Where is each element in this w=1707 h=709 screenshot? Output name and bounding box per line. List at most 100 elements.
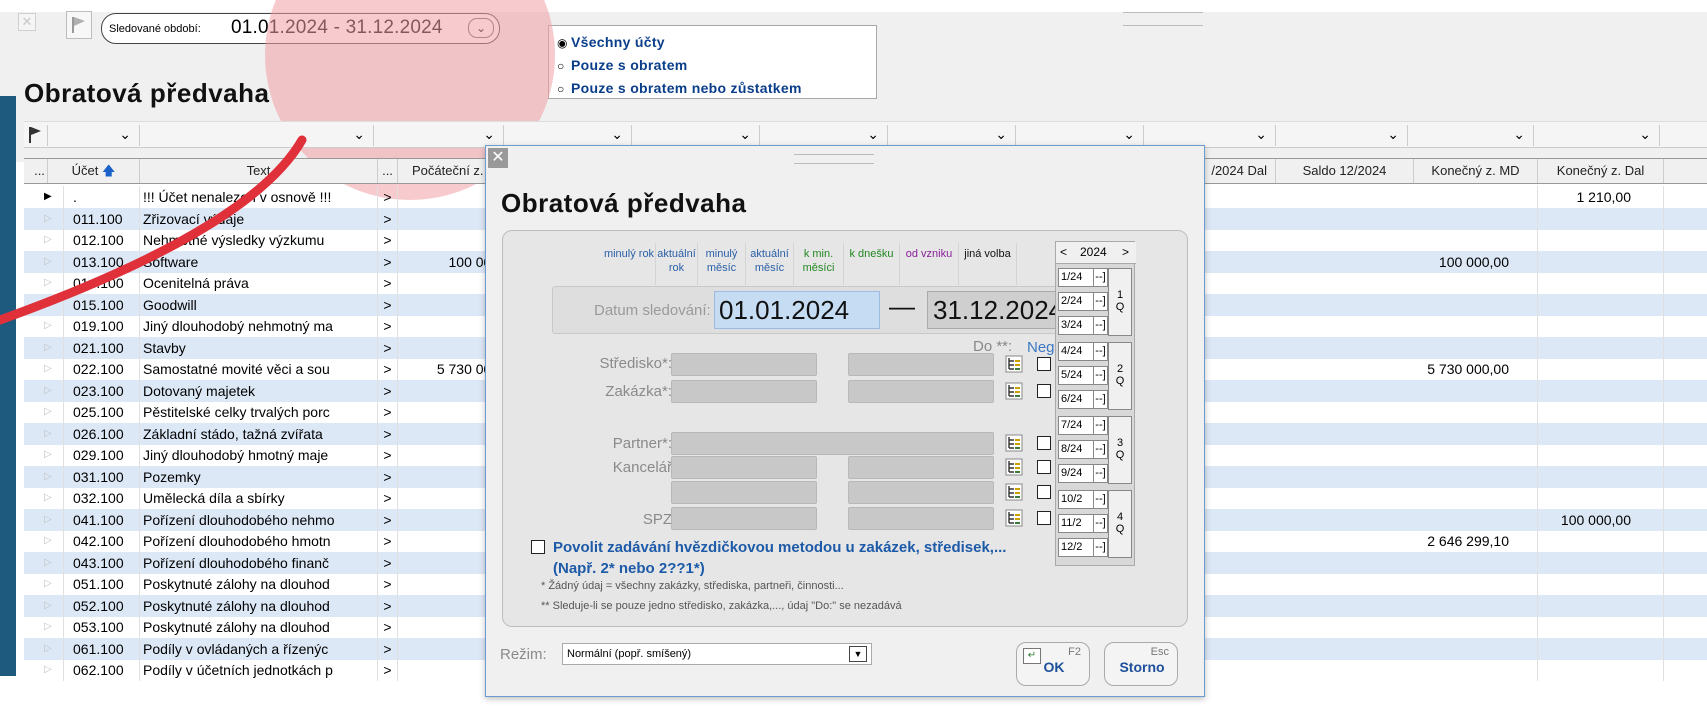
- tree-picker-icon[interactable]: [1005, 483, 1023, 501]
- tab-label: k min.: [803, 248, 834, 260]
- tab-period-2[interactable]: minulý měsíc: [698, 243, 746, 285]
- spz-to-input[interactable]: [848, 507, 994, 530]
- cancel-label: Storno: [1119, 659, 1165, 675]
- month-label: 8/24: [1061, 443, 1083, 455]
- stredisko-label: Středisko*:: [599, 355, 672, 372]
- quarter-letter: Q: [1115, 523, 1125, 535]
- month-suffix: --]: [1093, 417, 1107, 434]
- partner-neg-checkbox[interactable]: [1037, 436, 1051, 450]
- partner-input[interactable]: [671, 432, 994, 455]
- tab-period-5[interactable]: k dnešku: [844, 243, 900, 285]
- cancel-shortcut: Esc: [1150, 646, 1169, 658]
- footnote-1: * Žádný údaj = všechny zakázky, středisk…: [541, 580, 844, 592]
- month-label: 7/24: [1061, 419, 1083, 431]
- month-label: 10/2: [1061, 493, 1083, 505]
- year-label: 2024: [1080, 245, 1107, 259]
- tree-picker-icon[interactable]: [1005, 509, 1023, 527]
- tab-period-7[interactable]: jiná volba: [959, 243, 1017, 285]
- month-suffix: --]: [1093, 293, 1107, 310]
- tab-label: aktuální: [750, 248, 789, 260]
- month-button[interactable]: 1/24 --]: [1058, 268, 1108, 287]
- month-button[interactable]: 12/2 --]: [1058, 538, 1108, 557]
- tab-period-6[interactable]: od vzniku: [900, 243, 959, 285]
- kancelar-neg-checkbox[interactable]: [1037, 460, 1051, 474]
- allow-wildcard-checkbox[interactable]: [531, 540, 545, 554]
- month-label: 6/24: [1061, 393, 1083, 405]
- zakazka-from-input[interactable]: [671, 380, 817, 403]
- month-suffix: --]: [1093, 343, 1107, 360]
- stredisko-to-input[interactable]: [848, 353, 994, 376]
- zakazka-neg-checkbox[interactable]: [1037, 384, 1051, 398]
- month-suffix: --]: [1093, 367, 1107, 384]
- turnover-dialog: ✕ Obratová předvaha minulý rok aktuální ro…: [485, 145, 1205, 697]
- year-next-button[interactable]: >: [1122, 245, 1129, 259]
- tab-period-3[interactable]: aktuální měsíc: [746, 243, 794, 285]
- quarter-button[interactable]: 1Q: [1108, 268, 1132, 336]
- quarter-number: 4: [1116, 511, 1124, 523]
- mode-value: Normální (popř. smíšený): [567, 648, 692, 660]
- date-label: Datum sledování:: [594, 302, 711, 319]
- date-dash: —: [889, 291, 915, 321]
- dialog-drag-grip[interactable]: [794, 154, 874, 164]
- allow-wildcard-label: Povolit zadávání hvězdičkovou metodou u …: [553, 539, 1007, 577]
- kancelar-to-input[interactable]: [848, 456, 994, 479]
- quarter-button[interactable]: 3Q: [1108, 416, 1132, 484]
- tree-picker-icon[interactable]: [1005, 355, 1023, 373]
- extra-to-input[interactable]: [848, 481, 994, 504]
- quarter-button[interactable]: 2Q: [1108, 342, 1132, 410]
- month-button[interactable]: 2/24 --]: [1058, 292, 1108, 311]
- kancelar-from-input[interactable]: [671, 456, 817, 479]
- month-suffix: --]: [1093, 269, 1107, 286]
- chevron-down-icon[interactable]: ▼: [849, 646, 867, 662]
- month-button[interactable]: 10/2 --]: [1058, 490, 1108, 509]
- quarter-letter: Q: [1115, 449, 1125, 461]
- tree-picker-icon[interactable]: [1005, 458, 1023, 476]
- month-button[interactable]: 3/24 --]: [1058, 316, 1108, 335]
- month-button[interactable]: 8/24 --]: [1058, 440, 1108, 459]
- month-button[interactable]: 6/24 --]: [1058, 390, 1108, 409]
- stredisko-neg-checkbox[interactable]: [1037, 357, 1051, 371]
- month-button[interactable]: 11/2 --]: [1058, 514, 1108, 533]
- month-label: 4/24: [1061, 345, 1083, 357]
- tree-picker-icon[interactable]: [1005, 382, 1023, 400]
- mode-select[interactable]: Normální (popř. smíšený) ▼: [562, 643, 872, 665]
- month-selector: < 2024 > 1/24 --] 2/24 --] 3/24 --] 4/24 --] 5/2…: [1055, 241, 1136, 566]
- month-label: 9/24: [1061, 467, 1083, 479]
- dialog-close-icon[interactable]: ✕: [488, 148, 508, 168]
- spz-neg-checkbox[interactable]: [1037, 511, 1051, 525]
- month-suffix: --]: [1093, 515, 1107, 532]
- dialog-title: Obratová předvaha: [501, 188, 747, 218]
- stredisko-from-input[interactable]: [671, 353, 817, 376]
- tab-label: minulý rok: [603, 248, 655, 260]
- month-label: 1/24: [1061, 271, 1083, 283]
- tab-label: minulý: [705, 248, 738, 260]
- extra-neg-checkbox[interactable]: [1037, 485, 1051, 499]
- month-button[interactable]: 5/24 --]: [1058, 366, 1108, 385]
- month-suffix: --]: [1093, 465, 1107, 482]
- tab-period-0[interactable]: minulý rok: [603, 243, 656, 285]
- tree-picker-icon[interactable]: [1005, 434, 1023, 452]
- year-prev-button[interactable]: <: [1060, 245, 1067, 259]
- month-button[interactable]: 7/24 --]: [1058, 416, 1108, 435]
- quarter-letter: Q: [1115, 375, 1125, 387]
- cancel-button[interactable]: Esc Storno: [1104, 642, 1178, 686]
- tab-label-2: měsíc: [754, 262, 785, 274]
- tab-period-4[interactable]: k min. měsíci: [794, 243, 844, 285]
- month-button[interactable]: 9/24 --]: [1058, 464, 1108, 483]
- zakazka-to-input[interactable]: [848, 380, 994, 403]
- quarter-button[interactable]: 4Q: [1108, 490, 1132, 558]
- ok-button[interactable]: ↵ F2 OK: [1016, 642, 1090, 686]
- tab-period-1[interactable]: aktuální rok: [656, 243, 698, 285]
- date-range-box: Datum sledování: 01.01.2024 — 31.12.2024: [552, 286, 1090, 334]
- month-label: 11/2: [1061, 517, 1082, 529]
- month-label: 2/24: [1061, 295, 1083, 307]
- dialog-panel: minulý rok aktuální rok minulý měsíc aktuální…: [502, 230, 1188, 627]
- partner-label: Partner*:: [612, 435, 672, 452]
- month-label: 5/24: [1061, 369, 1083, 381]
- extra-from-input[interactable]: [671, 481, 817, 504]
- date-from-input[interactable]: 01.01.2024: [714, 291, 880, 329]
- allow-wildcard-option[interactable]: Povolit zadávání hvězdičkovou metodou u …: [531, 537, 1051, 579]
- month-suffix: --]: [1093, 539, 1107, 556]
- month-button[interactable]: 4/24 --]: [1058, 342, 1108, 361]
- spz-from-input[interactable]: [671, 507, 817, 530]
